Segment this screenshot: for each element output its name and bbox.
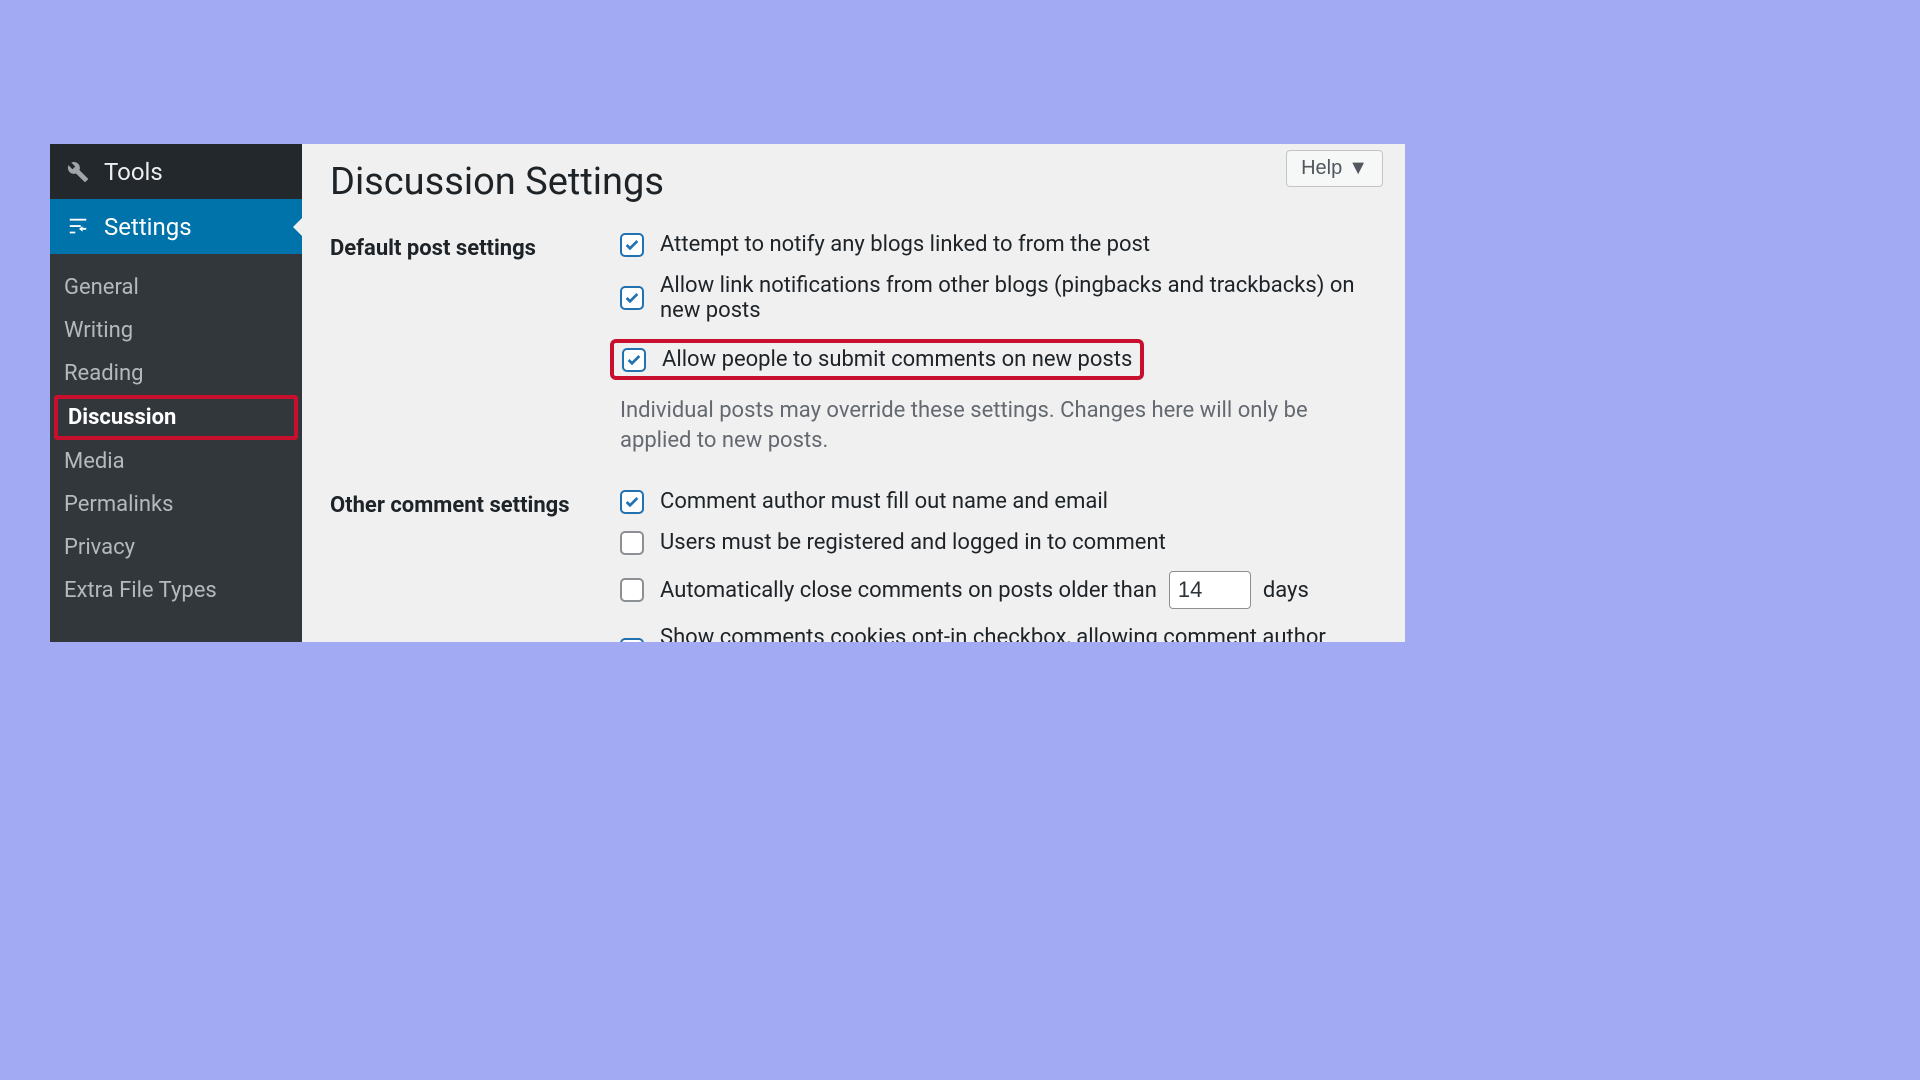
section-default-post: Default post settings Attempt to notify … — [330, 232, 1377, 455]
sidebar-sub-discussion[interactable]: Discussion — [54, 395, 298, 440]
page-title: Discussion Settings — [330, 160, 1377, 204]
option-require-name-email[interactable]: Comment author must fill out name and em… — [620, 489, 1377, 514]
option-label: Allow people to submit comments on new p… — [662, 347, 1132, 372]
option-require-login[interactable]: Users must be registered and logged in t… — [620, 530, 1377, 555]
sidebar-sub-reading[interactable]: Reading — [50, 352, 302, 395]
help-button[interactable]: Help ▼ — [1286, 150, 1383, 187]
sidebar-sub-permalinks[interactable]: Permalinks — [50, 483, 302, 526]
help-label: Help — [1301, 157, 1342, 180]
checkbox[interactable] — [620, 638, 644, 642]
days-input[interactable] — [1169, 571, 1251, 609]
option-label-post: days — [1263, 578, 1309, 603]
option-notify-linked-blogs[interactable]: Attempt to notify any blogs linked to fr… — [620, 232, 1377, 257]
admin-sidebar: Tools Settings General Writing Reading D… — [50, 144, 302, 642]
option-label: Allow link notifications from other blog… — [660, 273, 1377, 323]
section-other-comment: Other comment settings Comment author mu… — [330, 489, 1377, 642]
option-cookies-optin[interactable]: Show comments cookies opt-in checkbox, a… — [620, 625, 1377, 642]
checkbox[interactable] — [620, 286, 644, 310]
checkbox[interactable] — [620, 233, 644, 257]
option-allow-pingbacks[interactable]: Allow link notifications from other blog… — [620, 273, 1377, 323]
sidebar-sub-general[interactable]: General — [50, 266, 302, 309]
sidebar-sub-privacy[interactable]: Privacy — [50, 526, 302, 569]
section-note: Individual posts may override these sett… — [620, 396, 1377, 455]
section-heading: Default post settings — [330, 232, 620, 261]
checkbox[interactable] — [622, 348, 646, 372]
option-allow-comments[interactable]: Allow people to submit comments on new p… — [610, 339, 1144, 380]
checkbox[interactable] — [620, 578, 644, 602]
option-label: Show comments cookies opt-in checkbox, a… — [660, 625, 1377, 642]
option-auto-close: Automatically close comments on posts ol… — [620, 571, 1377, 609]
option-label: Comment author must fill out name and em… — [660, 489, 1108, 514]
option-label: Users must be registered and logged in t… — [660, 530, 1166, 555]
option-label-pre: Automatically close comments on posts ol… — [660, 578, 1157, 603]
checkbox[interactable] — [620, 531, 644, 555]
option-label: Attempt to notify any blogs linked to fr… — [660, 232, 1150, 257]
sliders-icon — [64, 216, 92, 238]
sidebar-submenu: General Writing Reading Discussion Media… — [50, 254, 302, 642]
sidebar-sub-extra-file-types[interactable]: Extra File Types — [50, 569, 302, 612]
sidebar-item-tools[interactable]: Tools — [50, 144, 302, 199]
sidebar-item-label: Tools — [104, 158, 163, 186]
sidebar-sub-media[interactable]: Media — [50, 440, 302, 483]
sidebar-sub-writing[interactable]: Writing — [50, 309, 302, 352]
section-fields: Comment author must fill out name and em… — [620, 489, 1377, 642]
settings-content: Help ▼ Discussion Settings Default post … — [302, 144, 1405, 642]
section-heading: Other comment settings — [330, 489, 620, 518]
option-label-group: Automatically close comments on posts ol… — [660, 571, 1309, 609]
checkbox[interactable] — [620, 490, 644, 514]
wp-admin-window: Tools Settings General Writing Reading D… — [50, 144, 1405, 642]
sidebar-item-settings[interactable]: Settings — [50, 199, 302, 254]
section-fields: Attempt to notify any blogs linked to fr… — [620, 232, 1377, 455]
wrench-icon — [64, 161, 92, 183]
sidebar-item-label: Settings — [104, 213, 192, 241]
chevron-down-icon: ▼ — [1348, 157, 1368, 180]
